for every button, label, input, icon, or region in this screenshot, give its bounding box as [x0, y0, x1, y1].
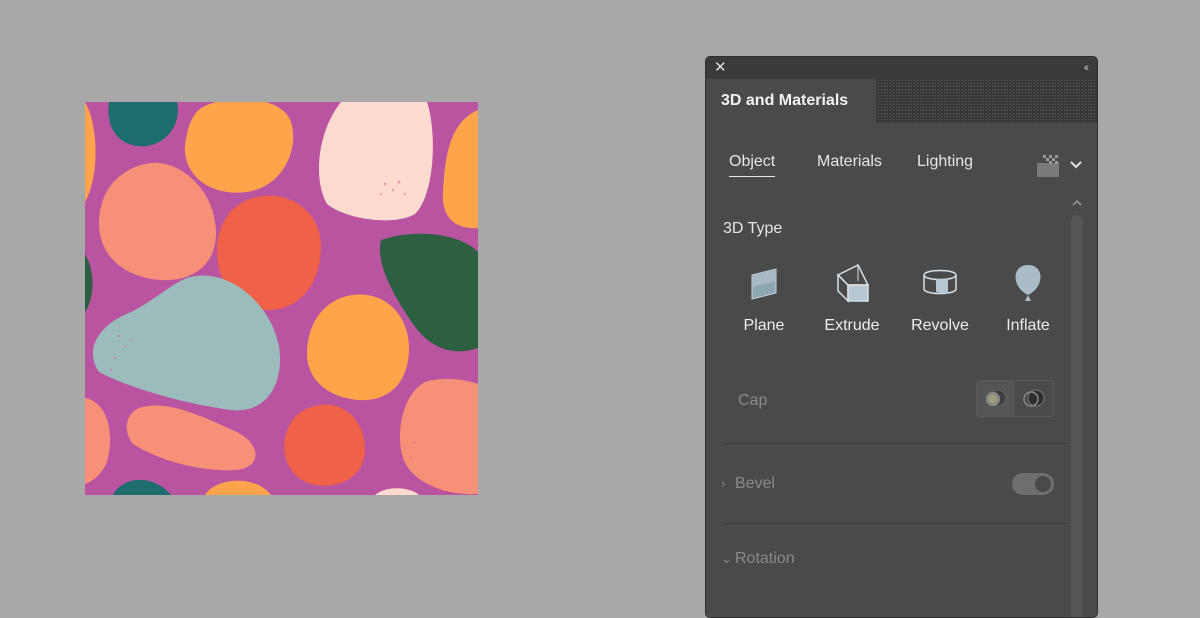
artwork-canvas[interactable] [85, 102, 478, 495]
tab-lighting[interactable]: Lighting [917, 153, 973, 171]
extrude-icon [836, 263, 870, 303]
panel-tab-bar: 3D and Materials [706, 79, 1097, 123]
panel-tab-3d-materials[interactable]: 3D and Materials [706, 79, 876, 123]
cap-label: Cap [738, 392, 768, 409]
panel-title-bar: ✕ ‹‹ [706, 57, 1097, 79]
cap-off-icon [1023, 389, 1045, 407]
rotation-section-header[interactable]: ⌄ Rotation [721, 550, 795, 568]
blob-red-bottom [284, 404, 366, 486]
chevron-down-icon: ⌄ [721, 551, 732, 566]
plane-icon [751, 268, 777, 300]
bevel-toggle-knob [1035, 476, 1051, 492]
bevel-toggle[interactable] [1012, 473, 1054, 495]
chevron-down-icon[interactable] [1069, 157, 1083, 171]
bevel-section-header[interactable]: › Bevel [721, 475, 775, 493]
type-inflate-button[interactable]: Inflate [988, 261, 1068, 341]
close-icon[interactable]: ✕ [714, 59, 727, 77]
chevron-up-icon[interactable] [1071, 197, 1083, 209]
collapse-panel-icon[interactable]: ‹‹ [1084, 59, 1090, 77]
presets-icon[interactable] [1037, 155, 1059, 177]
revolve-icon [923, 269, 957, 295]
inflate-icon [1015, 265, 1041, 301]
divider [723, 523, 1067, 524]
cap-toggle-group [976, 380, 1054, 417]
blob-peach-top [318, 102, 433, 221]
section-title-3d-type: 3D Type [723, 220, 783, 237]
bevel-label: Bevel [735, 475, 776, 492]
cap-on-icon [986, 389, 1007, 407]
chevron-right-icon: › [721, 476, 726, 491]
divider [723, 443, 1067, 444]
type-revolve-button[interactable]: Revolve [900, 261, 980, 341]
type-extrude-button[interactable]: Extrude [812, 261, 892, 341]
scrollbar-thumb[interactable] [1071, 215, 1083, 617]
type-plane-button[interactable]: Plane [724, 261, 804, 341]
rotation-label: Rotation [735, 550, 795, 567]
cap-on-button[interactable] [977, 381, 1015, 416]
3d-materials-panel: ✕ ‹‹ 3D and Materials Object Materials L… [705, 56, 1098, 618]
tab-materials[interactable]: Materials [817, 153, 882, 171]
tab-object[interactable]: Object [729, 153, 776, 177]
scrollbar[interactable] [1069, 197, 1085, 617]
cap-off-button[interactable] [1015, 381, 1053, 416]
